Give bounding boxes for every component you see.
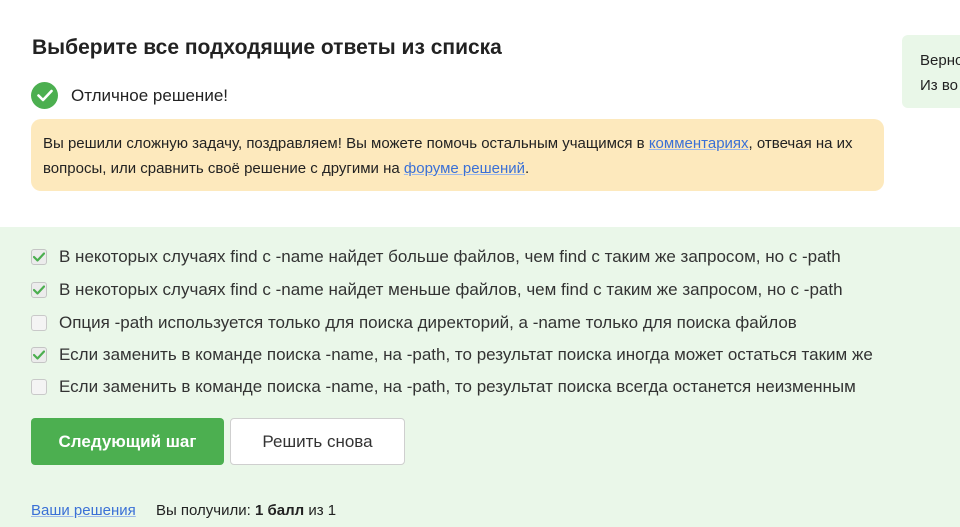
task-title: Выберите все подходящие ответы из списка (32, 36, 502, 59)
answer-option[interactable]: В некоторых случаях find с -name найдет … (31, 247, 841, 267)
checkbox-unchecked[interactable] (31, 315, 47, 331)
retry-button[interactable]: Решить снова (230, 418, 405, 465)
checkmark-icon (33, 252, 45, 262)
answer-option-label: Если заменить в команде поиска -name, на… (59, 377, 856, 396)
checkmark-icon (33, 285, 45, 295)
score-value: 1 балл (254, 502, 305, 519)
next-step-button[interactable]: Следующий шаг (31, 418, 224, 465)
answer-option-label: Опция -path используется только для поис… (59, 313, 797, 332)
answer-option[interactable]: В некоторых случаях find с -name найдет … (31, 280, 843, 300)
answer-option-label: В некоторых случаях find с -name найдет … (59, 247, 841, 266)
your-solutions-link[interactable]: Ваши решения (31, 502, 136, 519)
answer-option[interactable]: Если заменить в команде поиска -name, на… (31, 377, 856, 397)
answer-option[interactable]: Если заменить в команде поиска -name, на… (31, 345, 873, 365)
task-header (0, 0, 960, 227)
hint-line-2: Из во (920, 77, 958, 94)
received-label: Вы получили: (155, 502, 251, 519)
max-score: 1 (327, 502, 337, 519)
status-text: Отличное решение! (71, 85, 228, 105)
congrats-notice: Вы решили сложную задачу, поздравляем! В… (31, 119, 884, 191)
feedback-hint-panel: Верно Из во (902, 35, 960, 108)
hint-line-1: Верно (920, 52, 960, 69)
notice-text-before: Вы решили сложную задачу, поздравляем! В… (43, 135, 649, 152)
checkbox-checked[interactable] (31, 249, 47, 265)
status-row: Отличное решение! (31, 82, 228, 109)
notice-text-after: . (525, 160, 530, 177)
checkbox-checked[interactable] (31, 347, 47, 363)
comments-link[interactable]: комментариях (649, 135, 749, 152)
checkmark-icon (33, 350, 45, 360)
of-label: из (308, 502, 324, 519)
result-footer: Ваши решения Вы получили: 1 балл из 1 (31, 502, 336, 519)
checkbox-unchecked[interactable] (31, 379, 47, 395)
answer-option-label: Если заменить в команде поиска -name, на… (59, 345, 873, 364)
answer-option-label: В некоторых случаях find с -name найдет … (59, 280, 843, 299)
solutions-forum-link[interactable]: форуме решений (404, 160, 525, 177)
checkbox-checked[interactable] (31, 282, 47, 298)
success-check-icon (31, 82, 58, 109)
answer-option[interactable]: Опция -path используется только для поис… (31, 313, 797, 333)
